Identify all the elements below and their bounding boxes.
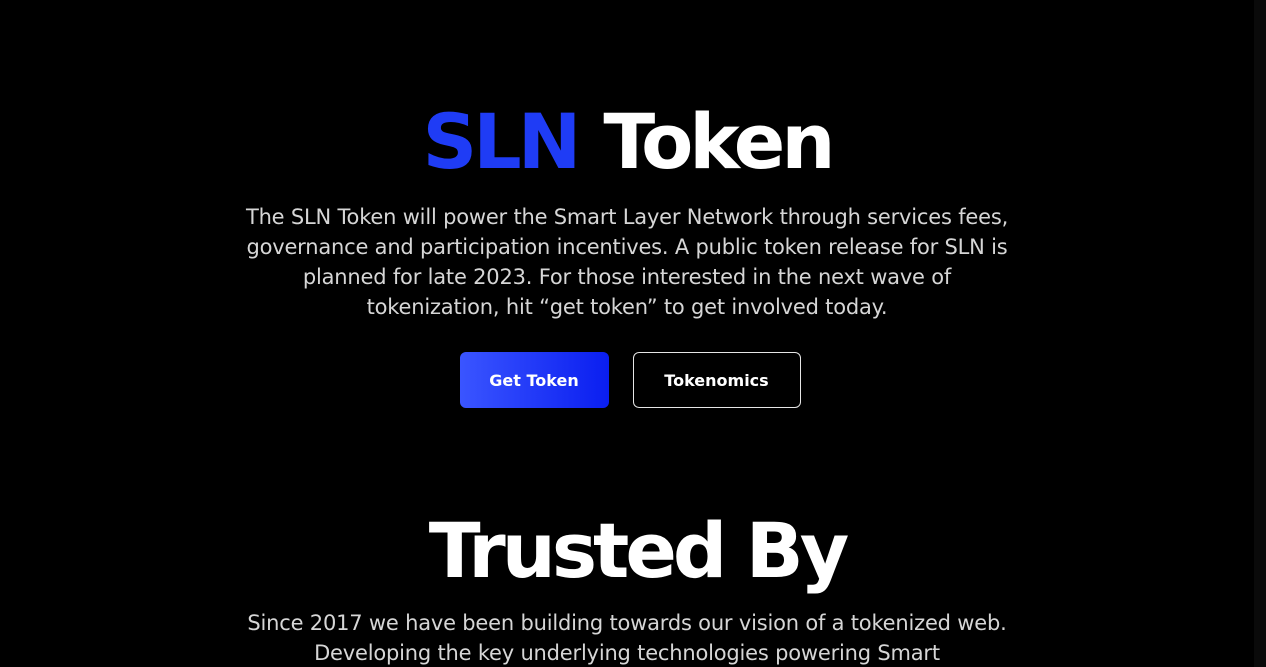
trusted-description: Since 2017 we have been building towards… [247, 611, 1007, 665]
token-title: SLN Token [0, 98, 1254, 186]
get-token-button[interactable]: Get Token [459, 352, 609, 408]
token-title-rest: Token [603, 97, 835, 186]
tokenomics-button[interactable]: Tokenomics [632, 352, 801, 408]
token-title-accent: SLN [422, 97, 582, 186]
trusted-title: Trusted By [428, 506, 850, 595]
token-description: The SLN Token will power the Smart Layer… [245, 205, 1009, 319]
trusted-section: Trusted By Since 2017 we have been build… [0, 510, 1254, 667]
token-actions: Get Token Tokenomics [0, 352, 1254, 408]
token-section: SLN Token The SLN Token will power the Sm… [0, 98, 1254, 408]
page-scrollbar[interactable] [1254, 0, 1266, 667]
